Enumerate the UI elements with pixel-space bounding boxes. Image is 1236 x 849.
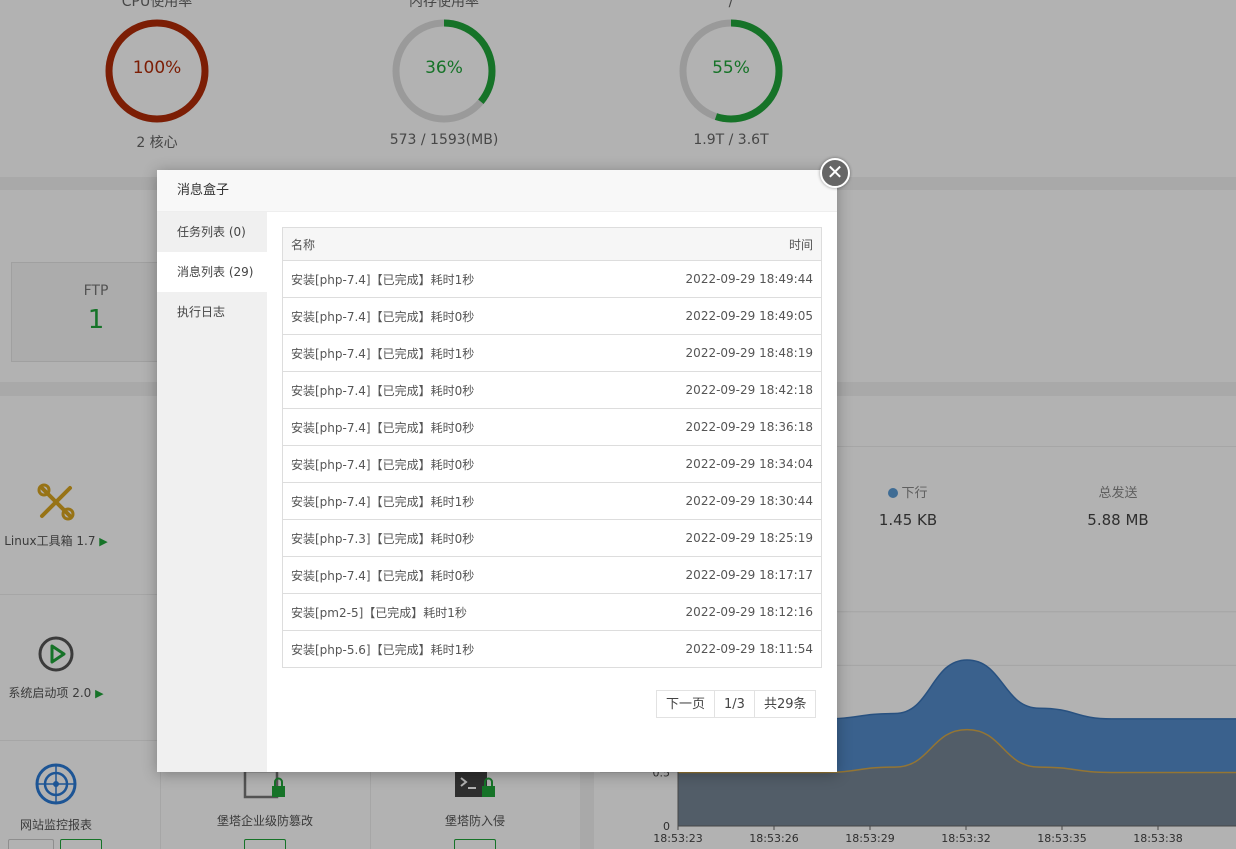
table-row[interactable]: 安装[php-7.4]【已完成】耗时0秒 2022-09-29 18:42:18: [282, 371, 822, 409]
message-time-cell: 2022-09-29 18:48:19: [595, 334, 822, 372]
table-row[interactable]: 安装[php-7.4]【已完成】耗时0秒 2022-09-29 18:34:04: [282, 445, 822, 483]
message-name-cell: 安装[php-5.6]【已完成】耗时1秒: [291, 642, 475, 657]
tab-message-list[interactable]: 消息列表 (29): [157, 252, 267, 292]
table-row[interactable]: 安装[php-7.4]【已完成】耗时1秒 2022-09-29 18:48:19: [282, 334, 822, 372]
message-name-cell: 安装[php-7.4]【已完成】耗时1秒: [282, 334, 596, 372]
message-time-cell: 2022-09-29 18:17:17: [595, 556, 822, 594]
table-row[interactable]: 安装[php-7.4]【已完成】耗时0秒 2022-09-29 18:36:18: [282, 408, 822, 446]
message-time-cell: 2022-09-29 18:25:19: [595, 519, 822, 557]
message-name-cell: 安装[php-7.4]【已完成】耗时0秒: [282, 445, 596, 483]
message-name-cell: 安装[pm2-5]【已完成】耗时1秒: [282, 593, 596, 631]
message-time-cell: 2022-09-29 18:49:05: [595, 297, 822, 335]
modal-sidebar: 任务列表 (0) 消息列表 (29) 执行日志: [157, 212, 267, 772]
table-row[interactable]: 安装[php-7.4]【已完成】耗时0秒 2022-09-29 18:17:17: [282, 556, 822, 594]
tab-task-list[interactable]: 任务列表 (0): [157, 212, 267, 252]
table-row[interactable]: 安装[php-5.6]【已完成】耗时1秒 2022-09-29 18:11:54: [283, 631, 822, 668]
tab-execution-log[interactable]: 执行日志: [157, 292, 267, 332]
message-name-cell: 安装[php-7.4]【已完成】耗时0秒: [282, 297, 596, 335]
message-name-cell: 安装[php-7.4]【已完成】耗时0秒: [282, 556, 596, 594]
message-time-cell: 2022-09-29 18:11:54: [685, 642, 813, 656]
column-header-time: 时间: [595, 227, 822, 261]
message-time-cell: 2022-09-29 18:12:16: [595, 593, 822, 631]
message-time-cell: 2022-09-29 18:34:04: [595, 445, 822, 483]
message-time-cell: 2022-09-29 18:30:44: [595, 482, 822, 520]
message-time-cell: 2022-09-29 18:36:18: [595, 408, 822, 446]
column-header-name: 名称: [282, 227, 596, 261]
message-name-cell: 安装[php-7.4]【已完成】耗时0秒: [282, 408, 596, 446]
table-row[interactable]: 安装[php-7.4]【已完成】耗时1秒 2022-09-29 18:30:44: [282, 482, 822, 520]
message-name-cell: 安装[php-7.4]【已完成】耗时1秒: [282, 260, 596, 298]
message-name-cell: 安装[php-7.4]【已完成】耗时0秒: [282, 371, 596, 409]
message-box-modal: 消息盒子 ✕ 任务列表 (0) 消息列表 (29) 执行日志 名称 时间 安装[…: [157, 158, 850, 772]
pagination: 下一页 1/3 共29条: [656, 690, 817, 718]
message-name-cell: 安装[php-7.3]【已完成】耗时0秒: [282, 519, 596, 557]
table-row[interactable]: 安装[pm2-5]【已完成】耗时1秒 2022-09-29 18:12:16: [282, 593, 822, 631]
message-name-cell: 安装[php-7.4]【已完成】耗时1秒: [282, 482, 596, 520]
table-row[interactable]: 安装[php-7.4]【已完成】耗时1秒 2022-09-29 18:49:44: [282, 260, 822, 298]
table-row[interactable]: 安装[php-7.3]【已完成】耗时0秒 2022-09-29 18:25:19: [282, 519, 822, 557]
modal-content: 名称 时间 安装[php-7.4]【已完成】耗时1秒 2022-09-29 18:…: [267, 212, 837, 772]
table-header-row: 名称 时间: [282, 227, 822, 261]
message-table-body: 安装[php-7.4]【已完成】耗时1秒 2022-09-29 18:49:44 安…: [282, 260, 822, 668]
message-time-cell: 2022-09-29 18:49:44: [595, 260, 822, 298]
page-indicator: 1/3: [714, 690, 755, 718]
total-count: 共29条: [753, 690, 817, 718]
modal-title: 消息盒子: [157, 170, 837, 212]
table-row[interactable]: 安装[php-7.4]【已完成】耗时0秒 2022-09-29 18:49:05: [282, 297, 822, 335]
message-time-cell: 2022-09-29 18:42:18: [595, 371, 822, 409]
message-table: 名称 时间 安装[php-7.4]【已完成】耗时1秒 2022-09-29 18:…: [282, 227, 822, 668]
close-icon[interactable]: ✕: [820, 158, 850, 188]
next-page-button[interactable]: 下一页: [656, 690, 716, 718]
